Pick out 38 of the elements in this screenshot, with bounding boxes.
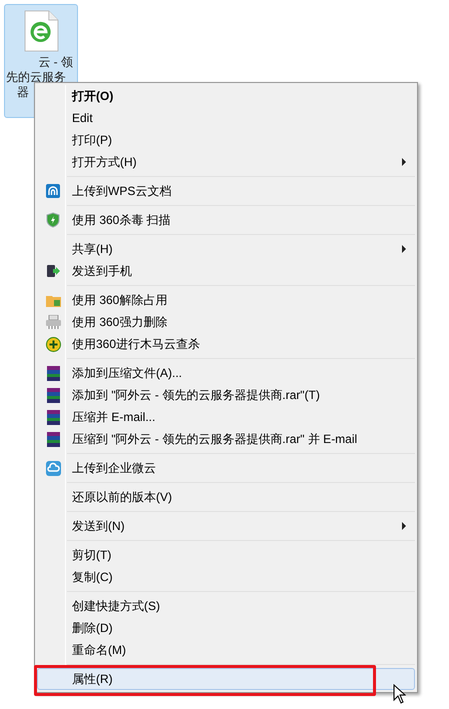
archive-books-icon: [46, 410, 60, 424]
menu-item[interactable]: 打印(P): [37, 129, 415, 151]
shield-icon: [46, 212, 60, 228]
file-name-text: 先的云服务: [5, 70, 66, 85]
phone-send-icon: [46, 264, 60, 278]
folder-icon: [46, 294, 60, 306]
menu-item[interactable]: 重命名(M): [37, 639, 415, 661]
menu-item[interactable]: 使用 360解除占用: [37, 289, 415, 311]
archive-books-icon: [46, 432, 60, 446]
menu-item[interactable]: 复制(C): [37, 566, 415, 588]
printer-icon: [46, 315, 60, 329]
file-name-text: 器: [16, 85, 29, 100]
menu-item[interactable]: 发送到(N): [37, 515, 415, 537]
menu-item[interactable]: 剪切(T): [37, 544, 415, 566]
menu-item[interactable]: 属性(R): [37, 668, 415, 690]
plus-circle-icon: [46, 336, 60, 352]
menu-item[interactable]: 使用 360杀毒 扫描: [37, 209, 415, 231]
web-file-icon: [22, 10, 60, 52]
menu-item[interactable]: 共享(H): [37, 238, 415, 260]
archive-books-icon: [46, 366, 60, 380]
menu-item[interactable]: 压缩到 "阿外云 - 领先的云服务器提供商.rar" 并 E-mail: [37, 428, 415, 450]
menu-item[interactable]: 打开方式(H): [37, 151, 415, 173]
menu-item[interactable]: 删除(D): [37, 617, 415, 639]
menu-item[interactable]: 压缩并 E-mail...: [37, 406, 415, 428]
menu-item[interactable]: 创建快捷方式(S): [37, 595, 415, 617]
menu-item[interactable]: 添加到压缩文件(A)...: [37, 362, 415, 384]
menu-item[interactable]: 发送到手机: [37, 260, 415, 282]
menu-item[interactable]: 还原以前的版本(V): [37, 486, 415, 508]
mouse-cursor-icon: [393, 684, 406, 704]
menu-item[interactable]: 使用 360强力删除: [37, 311, 415, 333]
archive-books-icon: [46, 388, 60, 402]
file-name-text: 云 - 领: [38, 55, 74, 70]
cloud-upload-icon: [46, 184, 60, 198]
menu-item[interactable]: 上传到WPS云文档: [37, 180, 415, 202]
menu-item[interactable]: 添加到 "阿外云 - 领先的云服务器提供商.rar"(T): [37, 384, 415, 406]
menu-item[interactable]: 上传到企业微云: [37, 457, 415, 479]
cloud-icon: [46, 460, 60, 476]
menu-item[interactable]: 使用360进行木马云查杀: [37, 333, 415, 355]
